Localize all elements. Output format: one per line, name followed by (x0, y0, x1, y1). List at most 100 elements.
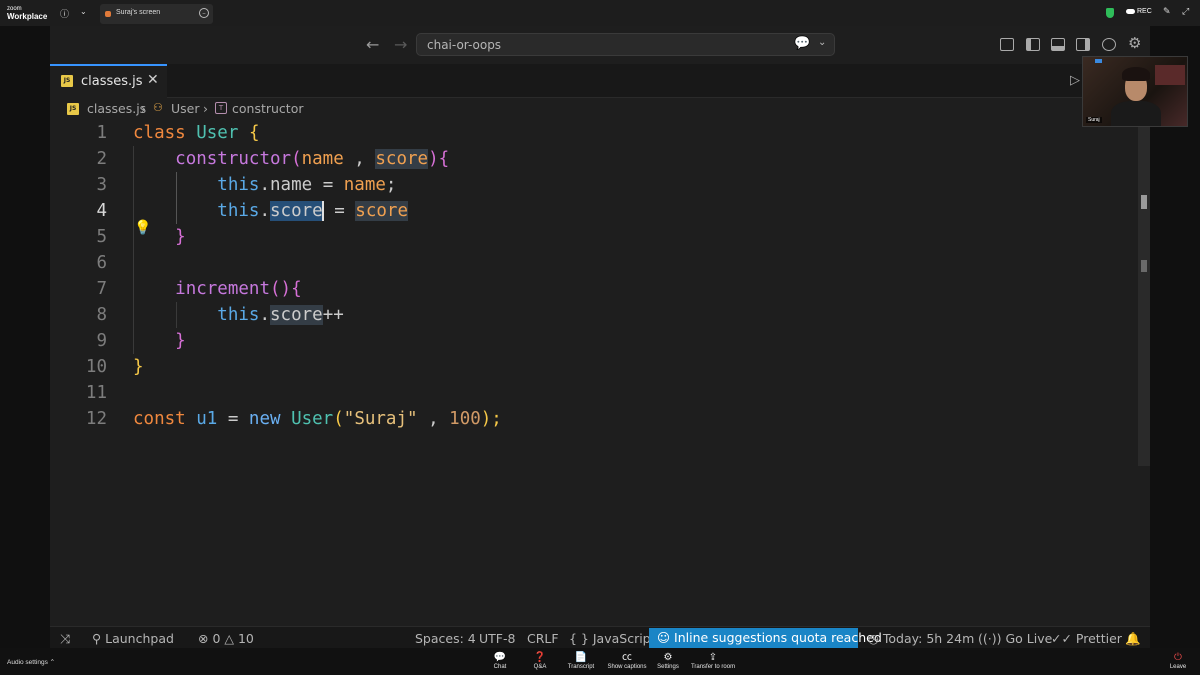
token: User (196, 123, 239, 143)
indentation-item[interactable]: Spaces: 4 (415, 629, 476, 648)
go-live-item[interactable]: ((·)) Go Live (978, 629, 1052, 648)
captions-button[interactable]: ㏄ Show captions (604, 652, 650, 670)
token: ++ (322, 305, 344, 325)
prettier-item[interactable]: ✓✓ Prettier (1051, 629, 1122, 648)
gear-icon: ⚙ (663, 652, 673, 663)
token: { (291, 279, 302, 299)
transfer-button[interactable]: ⇪ Transfer to room (688, 652, 738, 670)
eol-item[interactable]: CRLF (527, 629, 559, 648)
leave-button[interactable]: ⏻ Leave (1168, 652, 1188, 670)
maximize-icon[interactable]: ⤢ (1182, 7, 1189, 17)
vertical-scrollbar[interactable] (1138, 120, 1150, 466)
line-number: 11 (85, 383, 107, 403)
token: { (248, 123, 260, 143)
chevron-down-icon[interactable]: ⌄ (80, 7, 87, 16)
info-icon[interactable]: ⓘ (60, 7, 69, 20)
line-number: 8 (96, 305, 107, 325)
toggle-primary-sidebar-icon[interactable] (1026, 38, 1040, 51)
audio-settings-button[interactable]: Audio settings ⌃ (7, 658, 55, 666)
line-number: 12 (85, 409, 107, 429)
breadcrumb-class[interactable]: User (171, 101, 200, 116)
time-tracker-item[interactable]: ◷ Today: 5h 24m (868, 629, 974, 648)
close-icon[interactable]: ✕ (147, 72, 159, 88)
code-line-2: constructor(name , score){ (133, 146, 449, 172)
scrollbar-marker (1141, 195, 1147, 209)
rocket-icon: ⚲ (92, 631, 106, 646)
error-icon: ⊗ (198, 631, 213, 646)
token: User (291, 409, 334, 429)
class-symbol-icon: ⚇ (153, 101, 163, 114)
cloud-icon (1126, 8, 1135, 14)
remote-icon[interactable]: ⤨ (60, 629, 70, 648)
breadcrumb-method[interactable]: constructor (232, 101, 303, 116)
token: = (323, 201, 356, 221)
code-line-5: } (133, 224, 186, 250)
token: this (217, 175, 260, 195)
transcript-button[interactable]: 📄 Transcript (564, 652, 598, 670)
token: increment (175, 279, 270, 299)
chevron-right-icon: › (203, 101, 208, 116)
line-number: 10 (85, 357, 107, 377)
token-selected: score (270, 201, 323, 221)
gear-icon[interactable]: ⚙ (1128, 34, 1141, 52)
token: this (217, 201, 260, 221)
customize-layout-icon[interactable] (1000, 38, 1014, 51)
problems-item[interactable]: ⊗ 0 △ 10 (198, 629, 254, 648)
javascript-file-icon: JS (61, 75, 73, 87)
token: class (133, 123, 186, 143)
copilot-chat-icon[interactable]: 💬 (794, 36, 810, 51)
code-line-3: this.name = name; (133, 172, 396, 198)
line-number: 3 (96, 175, 107, 195)
token: } (133, 357, 144, 377)
webcam-scene (1155, 65, 1185, 85)
warning-count: 10 (237, 631, 254, 646)
code-editor[interactable]: 1 2 3 4 5 6 7 8 9 10 11 12 💡 class User … (50, 120, 1150, 626)
audio-settings-label: Audio settings (7, 659, 48, 666)
qa-button[interactable]: ❓ Q&A (528, 652, 552, 670)
tab-classes-js[interactable]: JS classes.js ✕ (50, 64, 167, 98)
token: ; (385, 175, 397, 195)
encoding-item[interactable]: UTF-8 (479, 629, 515, 648)
scrollbar-marker (1141, 260, 1147, 272)
bell-icon[interactable]: 🔔 (1125, 629, 1141, 648)
leave-label: Leave (1169, 664, 1187, 670)
line-number: 7 (96, 279, 107, 299)
command-center[interactable]: chai-or-oops 💬 ⌄ (416, 33, 835, 56)
token: this (217, 305, 260, 325)
pencil-icon[interactable]: ✎ (1163, 7, 1171, 17)
zoom-bottom-bar: Audio settings ⌃ 💬 Chat ❓ Q&A 📄 Transcript … (0, 648, 1200, 675)
line-number: 2 (96, 149, 107, 169)
back-arrow-icon[interactable]: ← (366, 35, 379, 54)
breadcrumb-file[interactable]: classes.js (87, 101, 146, 116)
recording-indicator[interactable]: REC (1126, 8, 1152, 15)
language-mode-item[interactable]: { } JavaScript (569, 629, 656, 648)
share-indicator-icon (105, 11, 111, 17)
zoom-share-tab[interactable]: Suraj's screen – (100, 4, 213, 24)
run-icon[interactable]: ▷ (1070, 73, 1080, 88)
account-icon[interactable] (1102, 38, 1116, 51)
toggle-secondary-sidebar-icon[interactable] (1076, 38, 1090, 51)
token: 100 (449, 409, 481, 429)
token: score (355, 201, 408, 221)
zoom-logo-line2: Workplace (7, 12, 48, 21)
language-label: JavaScript (592, 631, 656, 646)
forward-arrow-icon[interactable]: → (394, 35, 407, 54)
chevron-right-icon: › (141, 101, 146, 116)
shield-icon[interactable] (1106, 8, 1114, 18)
braces-icon: { } (569, 631, 593, 646)
transcript-label: Transcript (567, 664, 595, 670)
launchpad-item[interactable]: ⚲ Launchpad (92, 629, 174, 648)
token: u1 (196, 409, 218, 429)
minus-icon[interactable]: – (199, 8, 209, 18)
clock-icon: ◷ (868, 631, 883, 646)
settings-button[interactable]: ⚙ Settings (654, 652, 682, 670)
line-number: 1 (96, 123, 107, 143)
chevron-down-icon[interactable]: ⌄ (818, 37, 826, 48)
chat-button[interactable]: 💬 Chat (488, 652, 512, 670)
copilot-quota-item[interactable]: ☺ Inline suggestions quota reached (649, 628, 882, 648)
webcam-scene (1095, 59, 1102, 63)
token: ); (480, 409, 502, 429)
webcam-video[interactable]: Suraj (1082, 56, 1188, 127)
qa-icon: ❓ (533, 652, 547, 663)
toggle-panel-icon[interactable] (1051, 38, 1065, 51)
